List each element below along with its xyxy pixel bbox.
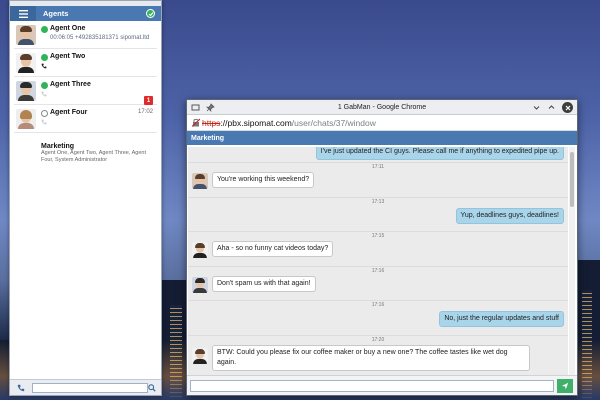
agent-search-input[interactable] — [32, 383, 148, 393]
check-icon — [148, 11, 153, 16]
presence-status-button[interactable] — [146, 9, 155, 18]
phone-icon[interactable] — [41, 91, 47, 97]
minimize-button[interactable] — [532, 103, 541, 112]
incoming-message: Don't spam us with that again! — [212, 275, 316, 292]
agents-header: Agents — [10, 6, 161, 21]
unread-badge: 1 — [144, 96, 153, 105]
online-status-icon — [41, 54, 48, 61]
dial-button[interactable] — [13, 382, 29, 394]
url-scheme: https — [202, 117, 221, 128]
message-scrollbar[interactable] — [569, 147, 575, 375]
chat-header: Marketing — [187, 131, 577, 145]
last-seen-time: 17:02 — [137, 109, 153, 115]
search-icon — [148, 384, 156, 392]
message-row: 17:16 No, just the regular updates and s… — [188, 301, 568, 336]
scroll-thumb[interactable] — [570, 152, 574, 207]
message-row: 17:13 Yup, deadlines guys, deadlines! — [188, 198, 568, 232]
message-time: 17:16 — [371, 302, 385, 308]
pin-icon[interactable] — [205, 103, 215, 113]
online-status-icon — [41, 26, 48, 33]
window-controls — [532, 102, 573, 113]
message-row: 17:15 Aha - so no funny cat videos today… — [188, 232, 568, 267]
close-icon — [565, 105, 570, 110]
agent-name: Agent Three — [50, 81, 91, 88]
maximize-button[interactable] — [547, 103, 556, 112]
send-button[interactable] — [557, 379, 573, 393]
offline-status-icon — [41, 110, 48, 117]
chat-browser-window: 1 GabMan - Google Chrome https ://pbx.si… — [186, 99, 578, 396]
agents-panel: Agents Agent One 00:06:05 +492835181371 … — [9, 0, 162, 396]
agent-row-agent-four[interactable]: 1 Agent Four 17:02 — [14, 96, 157, 133]
agents-footer — [10, 379, 161, 395]
window-title: 1 GabMan - Google Chrome — [337, 103, 427, 111]
message-input[interactable] — [190, 380, 554, 392]
incoming-message: You're working this weekend? — [212, 172, 315, 188]
message-row: I've just updated the CI guys. Please ca… — [188, 147, 568, 163]
hamburger-icon — [18, 9, 28, 18]
url-path: /user/chats/37/window — [291, 117, 376, 128]
sender-avatar — [192, 276, 208, 293]
incoming-message: Aha - so no funny cat videos today? — [212, 241, 334, 257]
agent-phone — [41, 91, 47, 97]
search-button[interactable] — [146, 382, 158, 394]
message-list: I've just updated the CI guys. Please ca… — [188, 147, 568, 375]
message-row: 17:20 BTW: Could you please fix our coff… — [188, 336, 568, 376]
group-name: Marketing — [41, 143, 75, 150]
window-titlebar[interactable]: 1 GabMan - Google Chrome — [187, 100, 577, 115]
agent-name: Agent One — [50, 25, 86, 32]
menu-button[interactable] — [10, 6, 36, 21]
window-menu-icon[interactable] — [191, 103, 200, 112]
call-detail-text: 00:06:05 +492835181371 sipomat.ltd — [50, 35, 150, 41]
agent-avatar — [16, 109, 36, 129]
agent-phone — [41, 63, 47, 69]
url-host: ://pbx.sipomat.com — [220, 117, 292, 128]
phone-icon[interactable] — [41, 63, 47, 69]
address-bar[interactable]: https ://pbx.sipomat.com /user/chats/37/… — [187, 115, 577, 131]
group-members: Agent One, Agent Two, Agent Three, Agent… — [41, 150, 146, 163]
incoming-message: BTW: Could you please fix our coffee mak… — [212, 344, 530, 371]
outgoing-message: I've just updated the CI guys. Please ca… — [315, 147, 564, 160]
agent-name: Agent Four — [50, 109, 88, 116]
phone-icon — [17, 384, 25, 392]
close-button[interactable] — [562, 102, 573, 113]
titlebar-left-controls — [191, 103, 215, 113]
agent-row-agent-three[interactable]: Agent Three — [14, 77, 157, 105]
message-row: 17:11 You're working this weekend? — [188, 163, 568, 198]
agent-avatar — [16, 81, 36, 101]
send-icon — [561, 382, 569, 390]
outgoing-message: Yup, deadlines guys, deadlines! — [455, 207, 564, 224]
message-time: 17:20 — [371, 336, 385, 343]
phone-icon[interactable] — [41, 119, 47, 125]
sender-avatar — [192, 347, 208, 364]
online-status-icon — [41, 82, 48, 89]
outgoing-message: No, just the regular updates and stuff — [439, 311, 564, 327]
agents-title: Agents — [43, 9, 69, 18]
agent-name: Agent Two — [50, 53, 86, 60]
message-time: 17:15 — [371, 233, 385, 239]
agent-phone — [41, 119, 47, 125]
message-time: 17:16 — [371, 267, 385, 274]
group-item-marketing[interactable]: Marketing Agent One, Agent Two, Agent Th… — [41, 143, 161, 164]
sender-avatar — [192, 173, 208, 189]
insecure-lock-icon[interactable] — [192, 118, 200, 127]
agent-row-agent-one[interactable]: Agent One 00:06:05 +492835181371 sipomat… — [14, 21, 157, 49]
agent-row-agent-two[interactable]: Agent Two — [14, 49, 157, 77]
message-row: 17:16 Don't spam us with that again! — [188, 267, 568, 301]
message-composer — [187, 375, 577, 395]
agent-avatar — [16, 53, 36, 73]
sender-avatar — [192, 242, 208, 258]
message-time: 17:13 — [371, 198, 385, 205]
message-time: 17:11 — [371, 164, 385, 170]
agent-avatar — [16, 25, 36, 45]
agent-call-detail: 00:06:05 +492835181371 sipomat.ltd — [50, 35, 149, 41]
